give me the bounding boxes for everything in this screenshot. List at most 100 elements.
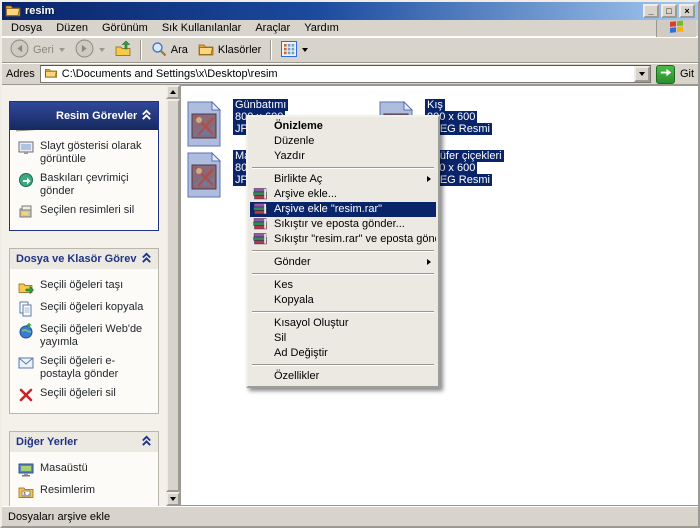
context-menu-item-kes[interactable]: Kes — [250, 278, 436, 293]
up-folder-icon — [115, 41, 131, 60]
menu-item-label: Kısayol Oluştur — [274, 317, 349, 329]
menu-separator — [252, 311, 434, 313]
views-button[interactable] — [277, 38, 312, 62]
address-dropdown-button[interactable] — [634, 66, 650, 82]
sidebar: Resim Görevleri Slayt gösterisi olarak gö… — [2, 85, 166, 506]
context-menu-item-arşive-ekle-resim-rar[interactable]: Arşive ekle "resim.rar" — [250, 202, 436, 217]
forward-dropdown-icon[interactable] — [99, 48, 105, 52]
search-label: Ara — [171, 44, 188, 56]
up-button[interactable] — [111, 38, 135, 62]
windows-logo — [656, 20, 696, 37]
address-bar: Adres C:\Documents and Settings\x\Deskto… — [2, 63, 698, 85]
maximize-button[interactable]: □ — [661, 4, 677, 18]
address-input[interactable]: C:\Documents and Settings\x\Desktop\resi… — [40, 65, 651, 83]
toolbar: Geri Ara Klasörler — [2, 37, 698, 63]
task-link-label: Resimlerim — [40, 484, 95, 497]
scroll-up-button[interactable] — [166, 85, 180, 99]
views-dropdown-icon[interactable] — [302, 48, 308, 52]
context-menu-item-düzenle[interactable]: Düzenle — [250, 134, 436, 149]
folders-button[interactable]: Klasörler — [194, 38, 265, 62]
scroll-down-button[interactable] — [166, 492, 180, 506]
close-button[interactable]: × — [679, 4, 695, 18]
go-label: Git — [680, 68, 694, 80]
window-title: resim — [25, 5, 641, 17]
menu-separator — [252, 167, 434, 169]
back-button[interactable]: Geri — [6, 38, 69, 62]
menu-item-label: Kes — [274, 279, 293, 291]
search-button[interactable]: Ara — [147, 38, 192, 62]
context-menu-item-kopyala[interactable]: Kopyala — [250, 293, 436, 308]
context-menu-item-kısayol-oluştur[interactable]: Kısayol Oluştur — [250, 316, 436, 331]
panel-title: Diğer Yerler — [16, 436, 137, 448]
slideshow-icon — [18, 140, 34, 156]
task-link-bilgisayarım[interactable]: Bilgisayarım — [10, 503, 156, 506]
collapse-chevron-icon[interactable] — [141, 434, 152, 450]
windows-flag-icon — [665, 19, 689, 38]
menu-ara-lar[interactable]: Araçlar — [248, 20, 297, 36]
menu-yard-m[interactable]: Yardım — [297, 20, 346, 36]
context-menu-item-birlikte-aç[interactable]: Birlikte Aç — [250, 172, 436, 187]
menu-item-label: Önizleme — [274, 120, 323, 132]
context-menu-item-önizleme[interactable]: Önizleme — [250, 119, 436, 134]
context-menu-item-sıkıştır-resim-rar-ve-eposta-gön[interactable]: Sıkıştır "resim.rar" ve eposta gönder — [250, 232, 436, 247]
context-menu-item-arşive-ekle[interactable]: Arşive ekle... — [250, 187, 436, 202]
jpeg-file-icon — [186, 152, 224, 201]
context-menu-item-gönder[interactable]: Gönder — [250, 255, 436, 270]
back-icon — [10, 39, 29, 61]
go-arrow-icon — [658, 65, 673, 83]
jpeg-file-icon — [186, 101, 224, 150]
forward-button[interactable] — [71, 38, 109, 62]
panel-header-other-places[interactable]: Diğer Yerler — [10, 432, 158, 452]
menu-item-label: Düzenle — [274, 135, 314, 147]
scrollbar-thumb[interactable] — [166, 99, 180, 492]
search-icon — [151, 41, 167, 60]
task-link-seçili-öğeleri-kopyala[interactable]: Seçili öğeleri kopyala — [10, 298, 156, 320]
my-pictures-icon — [18, 484, 34, 500]
task-link-resimlerim[interactable]: Resimlerim — [10, 481, 156, 503]
task-link-label: Seçili öğeleri e-postayla gönder — [40, 355, 154, 381]
back-dropdown-icon[interactable] — [59, 48, 65, 52]
menu-item-label: Sıkıştır "resim.rar" ve eposta gönder — [274, 233, 436, 245]
context-menu-item-sil[interactable]: Sil — [250, 331, 436, 346]
title-bar[interactable]: resim _ □ × — [2, 2, 698, 20]
context-menu-item-sıkıştır-ve-eposta-gönder[interactable]: Sıkıştır ve eposta gönder... — [250, 217, 436, 232]
task-link-seçili-öğeleri-sil[interactable]: Seçili öğeleri sil — [10, 384, 156, 406]
task-link-baskıları-çevrimiçi-gönder[interactable]: Baskıları çevrimiçi gönder — [10, 169, 156, 201]
file-name: Günbatımı — [233, 99, 288, 111]
minimize-button[interactable]: _ — [643, 4, 659, 18]
folder-icon — [5, 2, 21, 21]
collapse-chevron-icon[interactable] — [141, 251, 152, 267]
panel-header-file-folder-tasks[interactable]: Dosya ve Klasör Görevleri — [10, 249, 158, 269]
task-link-seçili-öğeleri-e-postayla-gönd[interactable]: Seçili öğeleri e-postayla gönder — [10, 352, 156, 384]
folders-label: Klasörler — [218, 44, 261, 56]
toolbar-separator — [270, 40, 272, 60]
winrar-icon — [253, 233, 268, 247]
email-icon — [18, 355, 34, 371]
task-link-slayt-gösterisi-olarak-görüntü[interactable]: Slayt gösterisi olarak görüntüle — [10, 137, 156, 169]
task-link-seçilen-resimleri-sil[interactable]: Seçilen resimleri sil — [10, 201, 156, 223]
task-link-masaüstü[interactable]: Masaüstü — [10, 459, 156, 481]
menu-separator — [252, 364, 434, 366]
menu-d-zen[interactable]: Düzen — [49, 20, 95, 36]
menu-s-k-kullan-lanlar[interactable]: Sık Kullanılanlar — [155, 20, 249, 36]
task-link-seçili-öğeleri-web-de-yayımla[interactable]: Seçili öğeleri Web'de yayımla — [10, 320, 156, 352]
explorer-window: resim _ □ × DosyaDüzenGörünümSık Kullanı… — [0, 0, 700, 528]
prints-online-icon — [18, 172, 34, 188]
context-menu: ÖnizlemeDüzenleYazdırBirlikte AçArşive e… — [246, 115, 440, 388]
collapse-chevron-icon[interactable] — [141, 108, 152, 124]
status-text: Dosyaları arşive ekle — [8, 511, 110, 523]
go-button[interactable] — [656, 65, 675, 84]
toolbar-separator — [140, 40, 142, 60]
submenu-arrow-icon — [427, 259, 431, 265]
menu-dosya[interactable]: Dosya — [4, 20, 49, 36]
task-link-seçili-öğeleri-taşı[interactable]: Seçili öğeleri taşı — [10, 276, 156, 298]
context-menu-item-yazdır[interactable]: Yazdır — [250, 149, 436, 164]
context-menu-item-özellikler[interactable]: Özellikler — [250, 369, 436, 384]
folders-icon — [198, 41, 214, 60]
status-bar: Dosyaları arşive ekle — [2, 506, 698, 526]
menu-g-r-n-m[interactable]: Görünüm — [95, 20, 155, 36]
panel-header-picture-tasks[interactable]: Resim Görevleri — [10, 102, 158, 130]
sidebar-scrollbar[interactable] — [166, 85, 180, 506]
task-link-label: Masaüstü — [40, 462, 88, 475]
context-menu-item-ad-değiştir[interactable]: Ad Değiştir — [250, 346, 436, 361]
